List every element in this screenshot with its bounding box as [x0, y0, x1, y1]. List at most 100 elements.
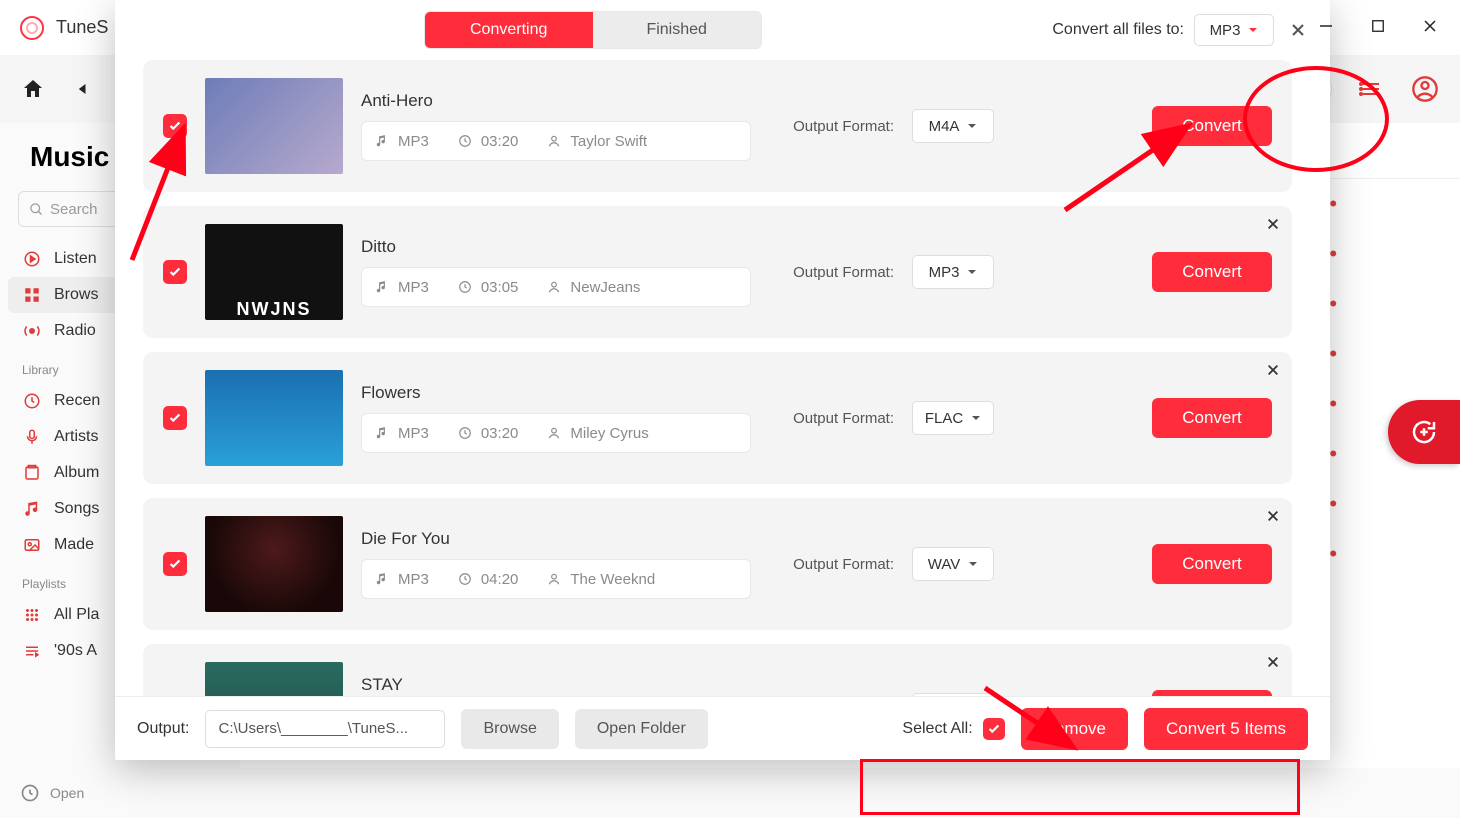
convert-button[interactable]: Convert	[1152, 398, 1272, 438]
dots-icon	[22, 606, 42, 624]
convert-button[interactable]: Convert	[1152, 106, 1272, 146]
output-format-select[interactable]: M4A	[912, 109, 994, 143]
chevron-down-icon	[971, 413, 981, 423]
bg-open-label: Open	[50, 785, 84, 801]
maximize-button[interactable]	[1366, 14, 1390, 38]
nav-label: Listen	[54, 250, 97, 268]
track-format: MP3	[398, 425, 429, 442]
convert-button[interactable]: Convert	[1152, 544, 1272, 584]
remove-track-button[interactable]	[1266, 214, 1280, 237]
check-icon	[168, 119, 182, 133]
track-title: Die For You	[361, 529, 757, 549]
track-row: Flowers MP3 03:20 Miley Cyrus Output Format:…	[143, 352, 1292, 484]
add-floating-button[interactable]	[1388, 400, 1460, 464]
convert-all-label: Convert all files to:	[1052, 21, 1184, 39]
brand-label: Music	[30, 141, 109, 173]
nav-label: Artists	[54, 428, 98, 446]
close-icon	[1266, 509, 1280, 523]
nav-label: Radio	[54, 322, 96, 340]
select-all-checkbox[interactable]	[983, 718, 1005, 740]
global-format-select[interactable]: MP3	[1194, 14, 1274, 46]
open-folder-button[interactable]: Open Folder	[575, 709, 708, 749]
open-folder-icon	[20, 783, 40, 803]
remove-button[interactable]: Remove	[1021, 708, 1128, 750]
track-duration: 03:05	[481, 279, 519, 296]
app-title: TuneS	[56, 17, 108, 38]
minimize-button[interactable]	[1314, 14, 1338, 38]
tab-converting[interactable]: Converting	[425, 12, 593, 48]
convert-button[interactable]: Convert	[1152, 252, 1272, 292]
check-icon	[168, 557, 182, 571]
person-icon	[546, 426, 562, 440]
track-title: Flowers	[361, 383, 757, 403]
track-artist: NewJeans	[570, 279, 640, 296]
track-artist: Miley Cyrus	[570, 425, 648, 442]
track-title: STAY	[361, 675, 757, 695]
track-title: Ditto	[361, 237, 757, 257]
track-row: STAYMP302:21The Kid LAROI & Justin ...Ou…	[143, 644, 1292, 696]
list-icon[interactable]	[1356, 74, 1386, 104]
nav-label: All Pla	[54, 606, 99, 624]
output-format-value: M4A	[929, 118, 960, 135]
output-label: Output:	[137, 720, 189, 738]
grid-icon	[22, 286, 42, 304]
select-all[interactable]: Select All:	[902, 718, 1004, 740]
output-format-value: MP3	[929, 264, 960, 281]
track-checkbox[interactable]	[163, 406, 187, 430]
chevron-down-icon	[968, 559, 978, 569]
close-modal-button[interactable]	[1284, 16, 1312, 44]
nav-label: Made	[54, 536, 94, 554]
output-format-value: FLAC	[925, 410, 963, 427]
track-duration: 03:20	[481, 425, 519, 442]
output-format-label: Output Format:	[793, 410, 894, 427]
album-art: NWJNS	[205, 224, 343, 320]
track-artist: Taylor Swift	[570, 133, 647, 150]
track-meta: MP304:20The Weeknd	[361, 559, 751, 599]
track-format: MP3	[398, 571, 429, 588]
tracks-scroll-area[interactable]: Anti-Hero MP3 03:20 Taylor Swift Output Form…	[143, 60, 1302, 696]
chevron-down-icon	[967, 121, 977, 131]
nav-label: Songs	[54, 500, 99, 518]
nav-label: Album	[54, 464, 99, 482]
output-format-select[interactable]: WAV	[912, 547, 994, 581]
browse-button[interactable]: Browse	[461, 709, 558, 749]
track-row: NWJNSDittoMP303:05NewJeansOutput Format:…	[143, 206, 1292, 338]
album-art	[205, 662, 343, 696]
search-placeholder: Search	[50, 201, 98, 218]
person-icon	[546, 572, 562, 586]
nav-label: Recen	[54, 392, 100, 410]
output-format-select[interactable]: MP3	[912, 255, 994, 289]
output-path[interactable]: C:\Users\________\TuneS...	[205, 710, 445, 748]
track-checkbox[interactable]	[163, 552, 187, 576]
nav-label: '90s A	[54, 642, 97, 660]
clock-icon	[22, 392, 42, 410]
remove-track-button[interactable]	[1266, 652, 1280, 675]
add-refresh-icon	[1409, 417, 1439, 447]
close-icon	[1266, 655, 1280, 669]
note-icon	[22, 500, 42, 518]
remove-track-button[interactable]	[1266, 360, 1280, 383]
photo-icon	[22, 536, 42, 554]
convert-button[interactable]: Convert	[1152, 690, 1272, 696]
track-checkbox[interactable]	[163, 260, 187, 284]
output-format-select[interactable]: FLAC	[912, 401, 994, 435]
clock-icon	[457, 426, 473, 440]
clock-icon	[457, 280, 473, 294]
home-icon[interactable]	[20, 76, 46, 102]
convert-all-button[interactable]: Convert 5 Items	[1144, 708, 1308, 750]
track-format: MP3	[398, 133, 429, 150]
output-format-select[interactable]: MP3	[912, 693, 994, 696]
output-format-value: WAV	[928, 556, 961, 573]
tab-finished[interactable]: Finished	[593, 12, 761, 48]
modal-footer: Output: C:\Users\________\TuneS... Brows…	[115, 696, 1330, 760]
remove-track-button[interactable]	[1266, 506, 1280, 529]
track-title: Anti-Hero	[361, 91, 757, 111]
check-icon	[168, 411, 182, 425]
close-window-button[interactable]	[1418, 14, 1442, 38]
user-icon[interactable]	[1410, 74, 1440, 104]
chevron-down-icon	[967, 267, 977, 277]
track-checkbox[interactable]	[163, 114, 187, 138]
back-icon[interactable]	[70, 76, 96, 102]
album-art	[205, 78, 343, 174]
close-icon	[1266, 217, 1280, 231]
